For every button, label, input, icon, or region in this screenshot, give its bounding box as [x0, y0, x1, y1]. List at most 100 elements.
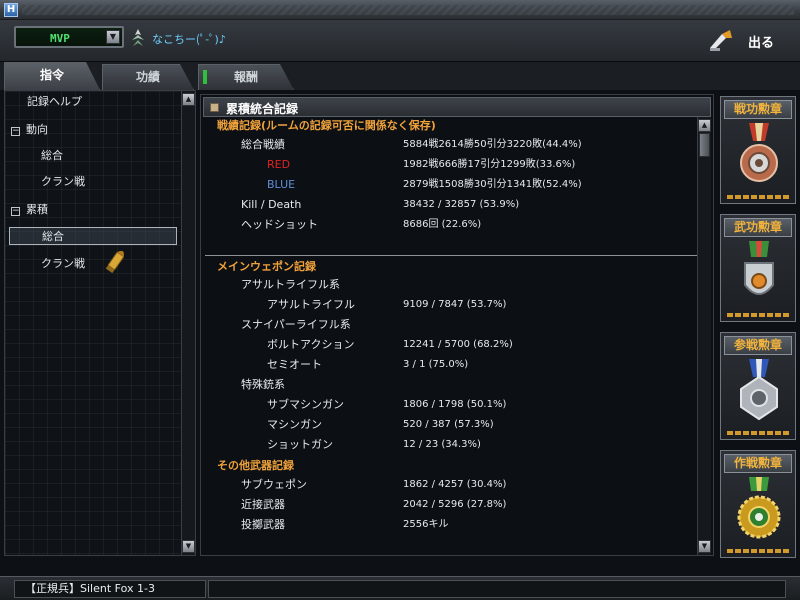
status-bar: 【正規兵】Silent Fox 1-3 [0, 576, 800, 600]
section-divider [205, 255, 697, 256]
stat-row: BLUE 2879戦1508勝30引分1341敗(52.4%) [201, 176, 697, 194]
stat-value: 5884戦2614勝50引分3220敗(44.4%) [403, 139, 582, 150]
tree-item-label: 総合 [41, 149, 63, 162]
group-heading-other-weapon: その他武器記録 [217, 459, 294, 472]
window-titlebar: H [0, 0, 800, 20]
stat-row: アサルトライフル系 [201, 276, 697, 294]
stat-row: サブウェポン 1862 / 4257 (30.4%) [201, 476, 697, 494]
tab-row: 指令 功績 報酬 [0, 62, 800, 90]
player-nickname: なこちー(ﾟ-ﾟ)♪ [152, 33, 226, 46]
group-heading-battle-record: 戦績記録(ルームの記録可否に関係なく保存) [217, 119, 436, 132]
exit-button[interactable]: 出る [708, 26, 778, 56]
stat-row: Kill / Death 38432 / 32857 (53.9%) [201, 196, 697, 214]
stat-value: 2879戦1508勝30引分1341敗(52.4%) [403, 179, 582, 190]
medal-progress [727, 431, 789, 435]
stat-value: 38432 / 32857 (53.9%) [403, 199, 520, 210]
scroll-up-icon[interactable]: ▲ [698, 119, 711, 132]
section-marker-icon [210, 103, 219, 112]
silver-medal-icon [740, 359, 778, 421]
bullet-cursor-icon [105, 251, 124, 274]
chevron-down-icon[interactable]: ▼ [106, 30, 120, 44]
tree-item-label: 累積 [26, 203, 48, 216]
stat-value: 2042 / 5296 (27.8%) [403, 499, 507, 510]
tree-item-trend-overall[interactable]: 総合 [41, 147, 63, 165]
stat-value: 9109 / 7847 (53.7%) [403, 299, 507, 310]
medal-progress [727, 549, 789, 553]
medal-title: 参戦勲章 [724, 336, 792, 355]
tree-item-cumulative-clan[interactable]: クラン戦 [41, 255, 85, 273]
record-tree-panel: 記録ヘルプ − 動向 総合 クラン戦 − 累積 総合 クラン戦 ▲ ▼ [4, 90, 196, 556]
tree-item-label: 記録ヘルプ [27, 95, 82, 108]
stat-value: 12241 / 5700 (68.2%) [403, 339, 513, 350]
collapse-icon[interactable]: − [11, 127, 20, 136]
stat-value: 2556キル [403, 519, 449, 530]
stat-value: 1862 / 4257 (30.4%) [403, 479, 507, 490]
top-bar: MVP ▼ なこちー(ﾟ-ﾟ)♪ 出る [0, 20, 800, 62]
stat-row: RED 1982戦666勝17引分1299敗(33.6%) [201, 156, 697, 174]
bronze-medal-icon [740, 123, 778, 182]
tree-item-label: 総合 [42, 230, 64, 243]
stat-label: サブウェポン [241, 478, 307, 491]
medal-card-participation[interactable]: 参戦勲章 [720, 332, 796, 440]
exit-label: 出る [748, 36, 775, 51]
stat-row: セミオート 3 / 1 (75.0%) [201, 356, 697, 374]
section-title: 累積統合記録 [226, 102, 299, 116]
medal-card-operation[interactable]: 作戦勲章 [720, 450, 796, 558]
tree-scrollbar[interactable]: ▲ ▼ [181, 91, 195, 555]
cumulative-record-panel: 累積統合記録 戦績記録(ルームの記録可否に関係なく保存) 総合戦績 5884戦2… [200, 94, 714, 556]
tree-item-label: クラン戦 [41, 257, 85, 270]
stat-value: 3 / 1 (75.0%) [403, 359, 469, 370]
tree-item-cumulative-overall[interactable]: 総合 [9, 227, 177, 245]
player-rank-name: 【正規兵】Silent Fox 1-3 [14, 580, 206, 598]
stat-label: サブマシンガン [267, 398, 344, 411]
section-header: 累積統合記録 [203, 97, 711, 117]
scroll-down-icon[interactable]: ▼ [182, 540, 195, 553]
tree-item-label: 動向 [26, 123, 48, 136]
stat-row: ヘッドショット 8686回 (22.6%) [201, 216, 697, 234]
weapon-category-label: 特殊銃系 [241, 378, 285, 391]
scroll-thumb[interactable] [699, 133, 710, 157]
medal-progress [727, 313, 789, 317]
mode-select-value: MVP [50, 32, 70, 45]
scroll-up-icon[interactable]: ▲ [182, 93, 195, 106]
medal-title: 戦功勲章 [724, 100, 792, 119]
medal-progress [727, 195, 789, 199]
tab-rewards[interactable]: 報酬 [198, 64, 294, 90]
tab-achievements[interactable]: 功績 [102, 64, 194, 90]
stat-label-blue: BLUE [267, 178, 296, 191]
medal-card-combat-merit[interactable]: 戦功勲章 [720, 96, 796, 204]
stat-label-red: RED [267, 158, 291, 171]
stat-label: ショットガン [267, 438, 333, 451]
scroll-down-icon[interactable]: ▼ [698, 540, 711, 553]
collapse-icon[interactable]: − [11, 207, 20, 216]
mode-select[interactable]: MVP ▼ [14, 26, 124, 48]
medal-card-military-merit[interactable]: 武功勲章 [720, 214, 796, 322]
record-scrollbar[interactable]: ▲ ▼ [697, 117, 711, 555]
titlebar-decoration [22, 5, 794, 15]
tab-orders[interactable]: 指令 [4, 62, 100, 90]
stat-label: マシンガン [267, 418, 322, 431]
tree-item-label: クラン戦 [41, 175, 85, 188]
stat-row: サブマシンガン 1806 / 1798 (50.1%) [201, 396, 697, 414]
tree-item-record-help[interactable]: 記録ヘルプ [27, 93, 82, 111]
tree-item-trend-clan[interactable]: クラン戦 [41, 173, 85, 191]
medal-title: 作戦勲章 [724, 454, 792, 473]
stat-label: セミオート [267, 358, 322, 371]
exit-icon [710, 30, 732, 51]
stat-row: アサルトライフル 9109 / 7847 (53.7%) [201, 296, 697, 314]
medal-title: 武功勲章 [724, 218, 792, 237]
stat-row: 総合戦績 5884戦2614勝50引分3220敗(44.4%) [201, 136, 697, 154]
stat-label: 総合戦績 [241, 138, 285, 151]
tree-item-cumulative[interactable]: − 累積 [11, 201, 48, 219]
stat-label: 近接武器 [241, 498, 285, 511]
weapon-category-label: スナイパーライフル系 [241, 318, 351, 331]
gold-medal-icon [737, 477, 781, 539]
stat-value: 520 / 387 (57.3%) [403, 419, 494, 430]
stat-row: ショットガン 12 / 23 (34.3%) [201, 436, 697, 454]
stat-row: 投擲武器 2556キル [201, 516, 697, 534]
stat-row: マシンガン 520 / 387 (57.3%) [201, 416, 697, 434]
tree-item-trend[interactable]: − 動向 [11, 121, 48, 139]
weapon-category-label: アサルトライフル系 [241, 278, 340, 291]
group-heading-main-weapon: メインウェポン記録 [217, 260, 316, 273]
status-message-area [208, 580, 786, 598]
